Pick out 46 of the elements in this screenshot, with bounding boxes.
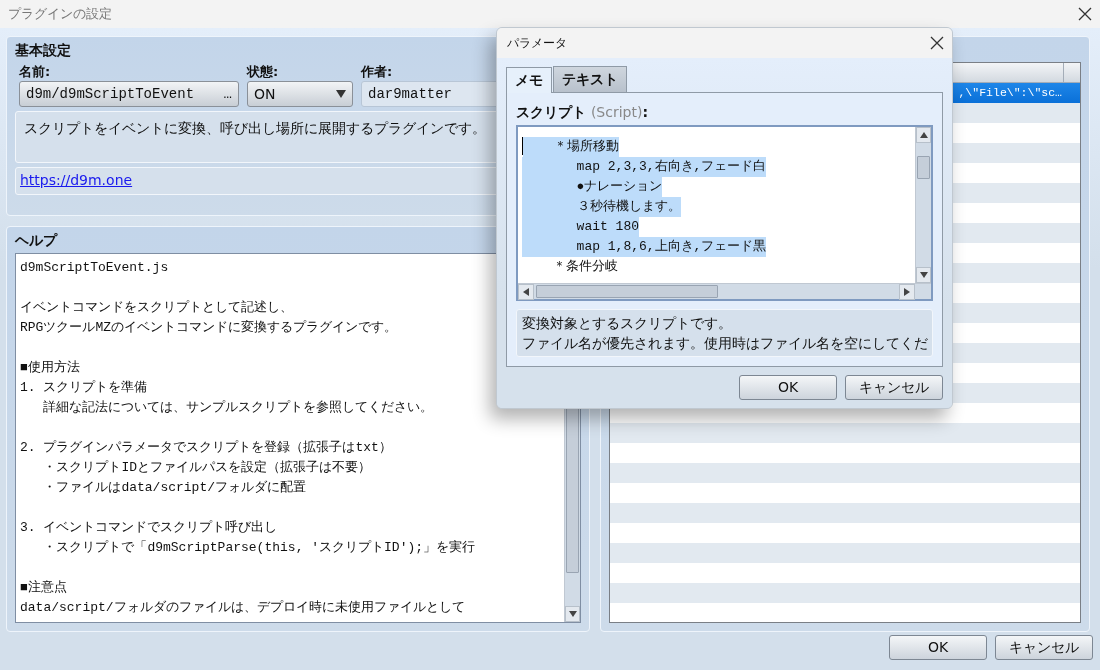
- help-text-line: ・スクリプトIDとファイルパスを設定（拡張子は不要）: [42, 459, 371, 477]
- name-field[interactable]: d9m/d9mScriptToEvent …: [19, 81, 239, 107]
- help-text-line: 2. プラグインパラメータでスクリプトを登録（拡張子はtxt）: [20, 439, 392, 457]
- status-dropdown[interactable]: ON: [247, 81, 353, 107]
- help-text-line: data/script/フォルダのファイルは、デプロイ時に未使用ファイルとして: [20, 599, 465, 617]
- scroll-down-icon[interactable]: [916, 267, 931, 283]
- help-text-line: d9mScriptToEvent.js: [20, 259, 169, 277]
- website-link[interactable]: https://d9m.one: [20, 172, 133, 188]
- close-icon[interactable]: [930, 36, 944, 50]
- cancel-button[interactable]: キャンセル: [995, 635, 1093, 660]
- description-text: スクリプトをイベントに変換、呼び出し場所に展開するプラグインです。: [24, 120, 486, 136]
- help-text-line: ■使用方法: [20, 359, 80, 377]
- field-label: 状態:: [247, 63, 279, 81]
- help-text-line: ・スクリプトで「d9mScriptParse(this, 'スクリプトID');」を実行: [42, 539, 476, 557]
- scroll-thumb[interactable]: [536, 285, 718, 298]
- tab[interactable]: メモ: [506, 67, 552, 93]
- close-icon[interactable]: [1078, 7, 1092, 21]
- panel-heading: 基本設定: [15, 41, 71, 59]
- help-text-line: 3. イベントコマンドでスクリプト呼び出し: [20, 519, 278, 537]
- scroll-down-icon[interactable]: [565, 606, 580, 622]
- help-text-line: ・ファイルはdata/script/フォルダに配置: [42, 479, 307, 497]
- ok-button[interactable]: OK: [739, 375, 837, 400]
- vertical-scrollbar[interactable]: [915, 127, 931, 283]
- text-cursor: [522, 137, 523, 155]
- help-text-line: 詳細な記法については、サンプルスクリプトを参照してください。: [42, 399, 434, 417]
- label-colon: :: [642, 104, 648, 120]
- help-text-line: RPGツクールMZのイベントコマンドに変換するプラグインです。: [20, 319, 397, 337]
- field-label: 作者:: [361, 63, 393, 81]
- cancel-button[interactable]: キャンセル: [845, 375, 943, 400]
- horizontal-scrollbar[interactable]: [518, 283, 931, 299]
- ok-button[interactable]: OK: [889, 635, 987, 660]
- dropdown-arrow-icon: [336, 90, 346, 98]
- panel-heading: ヘルプ: [15, 231, 57, 249]
- help-text-line: ■注意点: [20, 579, 67, 597]
- help-text-line: 1. スクリプトを準備: [20, 379, 148, 397]
- dialog-title: パラメータ: [507, 35, 567, 52]
- help-text-line: イベントコマンドをスクリプトとして記述し、: [20, 299, 293, 317]
- scroll-right-icon[interactable]: [899, 284, 915, 300]
- scroll-up-icon[interactable]: [916, 127, 931, 143]
- scroll-left-icon[interactable]: [518, 284, 534, 300]
- field-label: 名前:: [19, 63, 51, 81]
- script-text-area[interactable]: ＊場所移動 map 2,3,3,右向き,フェード白 ●ナレーション ３秒待機します。 wait 180 map 1,8,6,上向き,フェード黒 ＊条件分岐: [516, 125, 933, 301]
- field-label: スクリプト: [516, 104, 586, 120]
- scroll-thumb[interactable]: [917, 155, 930, 180]
- window-title: プラグインの設定: [8, 5, 112, 24]
- tab[interactable]: テキスト: [553, 66, 627, 92]
